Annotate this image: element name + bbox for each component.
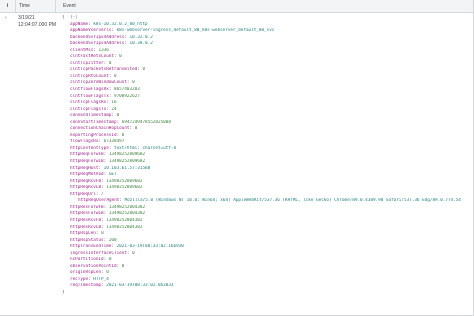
json-close-brace: } [62,289,65,295]
json-field-value[interactable]: 6947249478552825088 [122,120,171,125]
json-field-value[interactable]: 16 [111,100,116,105]
json-field-value[interactable]: 10.103.61.57:31588 [104,166,151,171]
json-field-value[interactable]: 2021-03-19T08:33:02.166930 [117,244,184,249]
json-field-key[interactable]: clntTcpPacketsRetransmited [70,67,137,72]
json-close-line: } [62,290,471,297]
json-field-value[interactable]: k8s-10.32.0.2_80_http [93,22,147,27]
json-field-value[interactable]: k8s-webserver-ingress_default_80_k8s-web… [117,28,275,33]
json-field-value[interactable]: 13498252804382 [109,205,145,210]
json-field-key[interactable]: recType [70,277,88,282]
json-field-value[interactable]: Mozilla/5.0 (Windows NT 10.0; Win64; x64… [125,198,461,203]
json-field-key[interactable]: clntTcpRtoCount [70,74,109,79]
json-field-key[interactable]: appName [70,22,88,27]
json-field-value[interactable]: 1336 [98,48,108,53]
json-field-value[interactable]: 13498252809682 [106,185,142,190]
json-field-key[interactable]: clntflowFlagsRx [70,87,109,92]
json-field-value[interactable]: 0 [106,270,109,275]
table-header: i Time Event [0,0,473,13]
json-field-key[interactable]: httpReqForwFB [70,152,104,157]
json-field-key[interactable]: httpResForwFB [70,205,104,210]
json-field-key[interactable]: httpTransEndTime [70,244,111,249]
json-field-value[interactable]: text/html; charset=utf-8 [114,146,176,151]
json-field-value[interactable]: 13498252809682 [109,159,145,164]
json-field-value[interactable]: 0 [142,67,145,72]
json-field-key[interactable]: httpRspLen [70,231,96,236]
json-field-value[interactable]: 0 [122,133,125,138]
json-field-key[interactable]: httpContentType [70,146,109,151]
json-field-key[interactable]: clntTcpFlagsTx [70,107,106,112]
json-field-value[interactable]: 13498252804382 [106,218,142,223]
event-column-header[interactable]: Event [62,0,76,12]
json-field-value[interactable]: 67338497 [104,139,125,144]
json-field-key[interactable]: originRspLen [70,270,101,275]
json-field-key[interactable]: reqTimestamp [70,283,101,288]
json-field-key[interactable]: httpResRcvFB [70,218,101,223]
json-field-key[interactable]: httpReqRcvLB [70,185,101,190]
json-field-value[interactable]: 0 [109,257,112,262]
json-field-key[interactable]: httpReqUrl [70,192,96,197]
json-field-value[interactable]: 0 [109,61,112,66]
json-field-value[interactable]: 9708922627 [114,94,140,99]
json-field-key[interactable]: clntTcpFlagsRx [70,100,106,105]
json-field-value[interactable]: HTTP_4 [93,277,109,282]
json-field-key[interactable]: ingressInterfaceClient [70,251,127,256]
json-field-key[interactable]: httpReqMethod [70,172,104,177]
json-field-key[interactable]: clntTcpJitter [70,61,104,66]
json-field-key[interactable]: observationPointId [70,264,117,269]
chevron-right-icon[interactable]: › [5,15,7,21]
json-field-key[interactable]: backendSvrIpv4Address [70,35,124,40]
json-field-key[interactable]: httpReqForwLB [70,159,104,164]
event-date: 3/19/21 [18,15,35,21]
json-field-value[interactable]: 0 [135,126,138,131]
json-field-value[interactable]: 10.38.0.2 [130,41,153,46]
json-field-key[interactable]: httpReqUserAgent [78,198,119,203]
json-field-value[interactable]: 13498252809682 [109,152,145,157]
collapse-toggle[interactable]: [-] [70,15,78,20]
json-fields: appName: k8s-10.32.0.2_80_http appNameVse… [62,22,471,290]
events-table: i Time Event › 3/19/21 12:04:07.000 PM {… [0,0,474,316]
json-field-value[interactable]: / [101,192,104,197]
json-field-key[interactable]: appNameVserverls [70,28,111,33]
json-field-value[interactable]: 13498252804382 [106,225,142,230]
json-field-key[interactable]: flowFlagsRx [70,139,98,144]
json-field-key[interactable]: httpReqRcvFB [70,179,101,184]
json-field-key[interactable]: clntFastRetxCount [70,54,114,59]
time-column-header[interactable]: Time [16,0,56,12]
json-field-key[interactable]: clientMss [70,48,93,53]
json-field-value[interactable]: 0 [117,113,120,118]
json-field-value[interactable]: 10.32.0.2 [130,35,153,40]
json-field-key[interactable]: ncPartitionId [70,257,104,262]
json-field-value[interactable]: 2021-03-19T08:33:02.863033 [106,283,173,288]
json-field-key[interactable]: connStartTimestamp [70,120,117,125]
json-field-value[interactable]: 0 [122,264,125,269]
json-field-value[interactable]: 200 [109,238,117,243]
event-json: { [-] appName: k8s-10.32.0.2_80_http appN… [62,15,471,297]
json-field-value[interactable]: 0 [132,251,135,256]
json-field-key[interactable]: httpResForwLB [70,211,104,216]
info-column-header[interactable]: i [0,0,16,12]
json-field-value[interactable]: 0 [114,74,117,79]
json-field-value[interactable]: 13498252809682 [106,179,142,184]
json-open-brace: { [62,15,65,20]
json-field-key[interactable]: httpResRcvLB [70,225,101,230]
json-field-key[interactable]: clntTcpZeroWindowCount [70,80,127,85]
json-field-value[interactable]: 24 [111,107,116,112]
json-field-value[interactable]: 8657403283 [114,87,140,92]
json-field-value[interactable]: 0 [132,80,135,85]
json-field-value[interactable]: 0 [101,231,104,236]
json-field-key[interactable]: clntflowFlagsTx [70,94,109,99]
json-field-value[interactable]: 13498252804382 [109,211,145,216]
json-field-key[interactable]: httpReqHost [70,166,98,171]
json-field-key[interactable]: connEndTimestamp [70,113,111,118]
event-clock-time: 12:04:07.000 PM [18,22,57,28]
json-field-value[interactable]: 0 [119,54,122,59]
event-time: 3/19/21 12:04:07.000 PM [18,15,56,29]
json-field-key[interactable]: httpRspStatus [70,238,104,243]
json-field-value[interactable]: GET [109,172,117,177]
json-field-key[interactable]: connectionChainHopCount [70,126,130,131]
json-field-key[interactable]: exportingProcessId [70,133,117,138]
json-field-key[interactable]: backendSvrIpv4Address [70,41,124,46]
